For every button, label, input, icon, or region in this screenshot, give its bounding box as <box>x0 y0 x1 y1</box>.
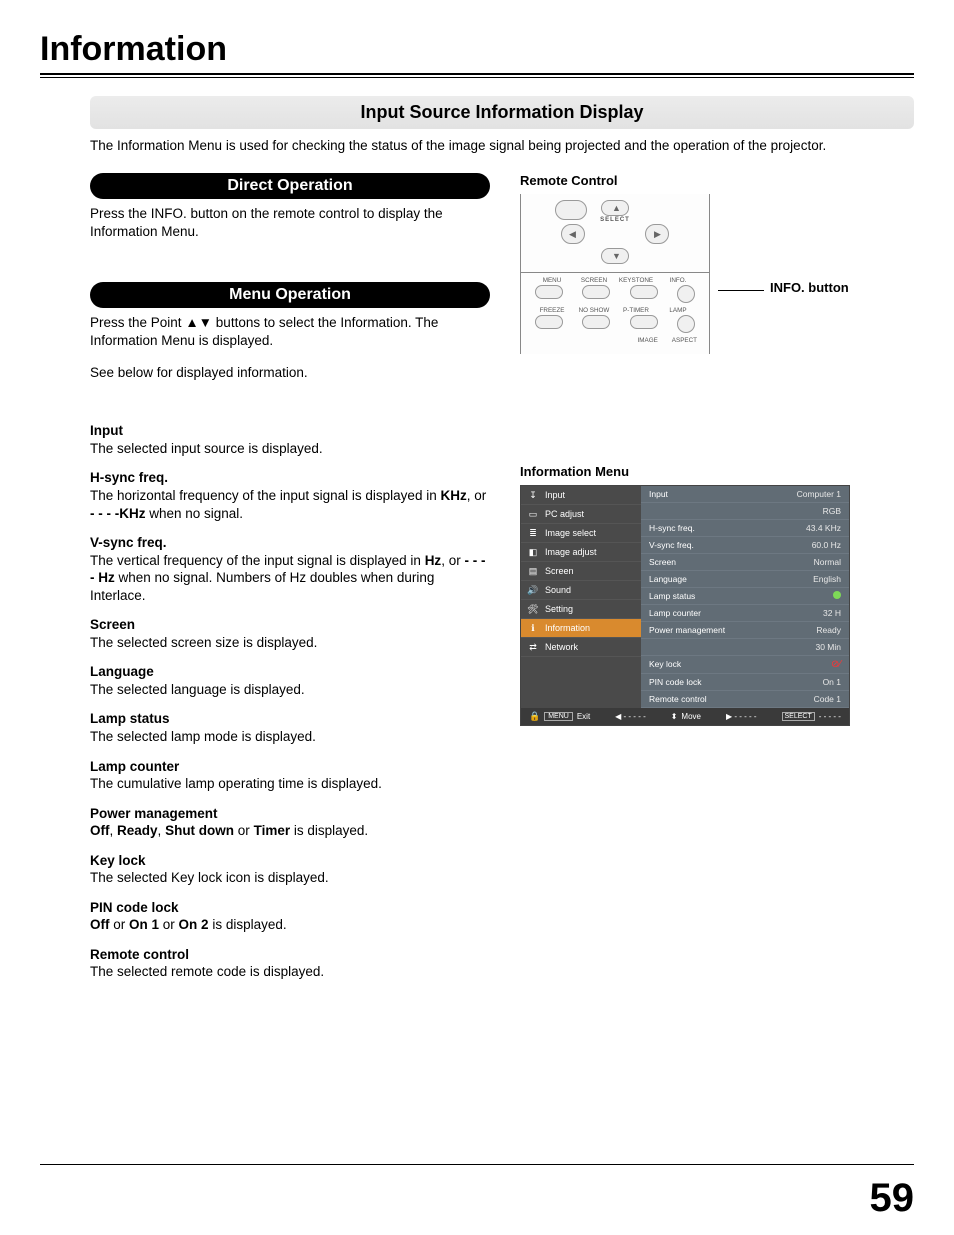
definition-item: Power managementOff, Ready, Shut down or… <box>90 805 490 840</box>
info-row: V-sync freq.60.0 Hz <box>641 537 849 554</box>
freeze-button <box>535 315 563 329</box>
remote-row2: FREEZENO SHOWP-TIMERLAMP <box>529 307 701 314</box>
footer-select: SELECT <box>782 712 815 721</box>
definition-item: PIN code lockOff or On 1 or On 2 is disp… <box>90 899 490 934</box>
info-menu-footer: 🔒 MENU Exit ◀ - - - - - ⬍ Move ▶ - - - -… <box>521 708 849 725</box>
page-number: 59 <box>870 1176 915 1221</box>
definition-item: LanguageThe selected language is display… <box>90 663 490 698</box>
info-row: Remote controlCode 1 <box>641 691 849 708</box>
section-banner: Input Source Information Display <box>90 96 914 129</box>
definition-item: Remote controlThe selected remote code i… <box>90 946 490 981</box>
direct-operation-heading: Direct Operation <box>90 173 490 199</box>
menu-item-input: ↧Input <box>521 486 641 505</box>
info-row: Key lock⊘⁄ <box>641 656 849 674</box>
bottom-rule <box>40 1164 914 1165</box>
definition-item: Key lockThe selected Key lock icon is di… <box>90 852 490 887</box>
dpad-up: ▲ <box>601 200 629 216</box>
remote-row3: IMAGEASPECT <box>529 337 701 344</box>
menu-button <box>535 285 563 299</box>
info-row: Lamp status <box>641 588 849 605</box>
menu-item-sound: 🔊Sound <box>521 581 641 600</box>
menu-item-pc-adjust: ▭PC adjust <box>521 505 641 524</box>
info-row: InputComputer 1 <box>641 486 849 503</box>
menu-operation-body1: Press the Point ▲▼ buttons to select the… <box>90 314 490 350</box>
remote-control-figure: SELECT ▲ ▼ ◀ ▶ MENUSCREENKEYSTONEINFO. <box>520 194 710 354</box>
menu-item-network: ⇄Network <box>521 638 641 657</box>
definition-item: Lamp counterThe cumulative lamp operatin… <box>90 758 490 793</box>
dpad-left: ◀ <box>561 224 585 244</box>
info-row: H-sync freq.43.4 KHz <box>641 520 849 537</box>
info-row: Lamp counter32 H <box>641 605 849 622</box>
ptimer-button <box>630 315 658 329</box>
menu-operation-heading: Menu Operation <box>90 282 490 308</box>
info-row: ScreenNormal <box>641 554 849 571</box>
definitions-list: InputThe selected input source is displa… <box>90 422 490 981</box>
keystone-button <box>630 285 658 299</box>
lamp-button <box>677 315 695 333</box>
menu-operation-body2: See below for displayed information. <box>90 364 490 382</box>
menu-item-image-select: ≣Image select <box>521 524 641 543</box>
definition-item: H-sync freq.The horizontal frequency of … <box>90 469 490 522</box>
footer-move: Move <box>681 712 701 721</box>
definition-item: ScreenThe selected screen size is displa… <box>90 616 490 651</box>
menu-item-screen: ▤Screen <box>521 562 641 581</box>
info-row: 30 Min <box>641 639 849 656</box>
screen-button <box>582 285 610 299</box>
menu-item-setting: 🛠Setting <box>521 600 641 619</box>
footer-exit: Exit <box>577 712 590 721</box>
dpad-down: ▼ <box>601 248 629 264</box>
select-label: SELECT <box>555 217 675 223</box>
info-row: RGB <box>641 503 849 520</box>
title-rule <box>40 73 914 75</box>
callout-pointer <box>718 290 764 291</box>
menu-op-prefix: Press the Point <box>90 315 185 330</box>
remote-row1: MENUSCREENKEYSTONEINFO. <box>529 277 701 284</box>
page-title: Information <box>40 30 914 69</box>
definition-item: V-sync freq.The vertical frequency of th… <box>90 534 490 604</box>
remote-control-label: Remote Control <box>520 173 914 188</box>
info-menu-sidebar: ↧Input▭PC adjust≣Image select◧Image adju… <box>521 486 641 708</box>
intro-text: The Information Menu is used for checkin… <box>90 137 914 155</box>
information-menu-label: Information Menu <box>520 464 914 479</box>
noshow-button <box>582 315 610 329</box>
dpad-right: ▶ <box>645 224 669 244</box>
menu-item-image-adjust: ◧Image adjust <box>521 543 641 562</box>
direct-operation-body: Press the INFO. button on the remote con… <box>90 205 490 241</box>
menu-item-information: ℹInformation <box>521 619 641 638</box>
lock-icon: 🔒 <box>529 711 540 722</box>
info-button <box>677 285 695 303</box>
info-row: PIN code lockOn 1 <box>641 674 849 691</box>
info-button-callout: INFO. button <box>770 280 849 295</box>
info-row: Power managementReady <box>641 622 849 639</box>
info-menu-panel: InputComputer 1RGBH-sync freq.43.4 KHzV-… <box>641 486 849 708</box>
definition-item: InputThe selected input source is displa… <box>90 422 490 457</box>
definition-item: Lamp statusThe selected lamp mode is dis… <box>90 710 490 745</box>
information-menu-figure: ↧Input▭PC adjust≣Image select◧Image adju… <box>520 485 850 726</box>
info-row: LanguageEnglish <box>641 571 849 588</box>
